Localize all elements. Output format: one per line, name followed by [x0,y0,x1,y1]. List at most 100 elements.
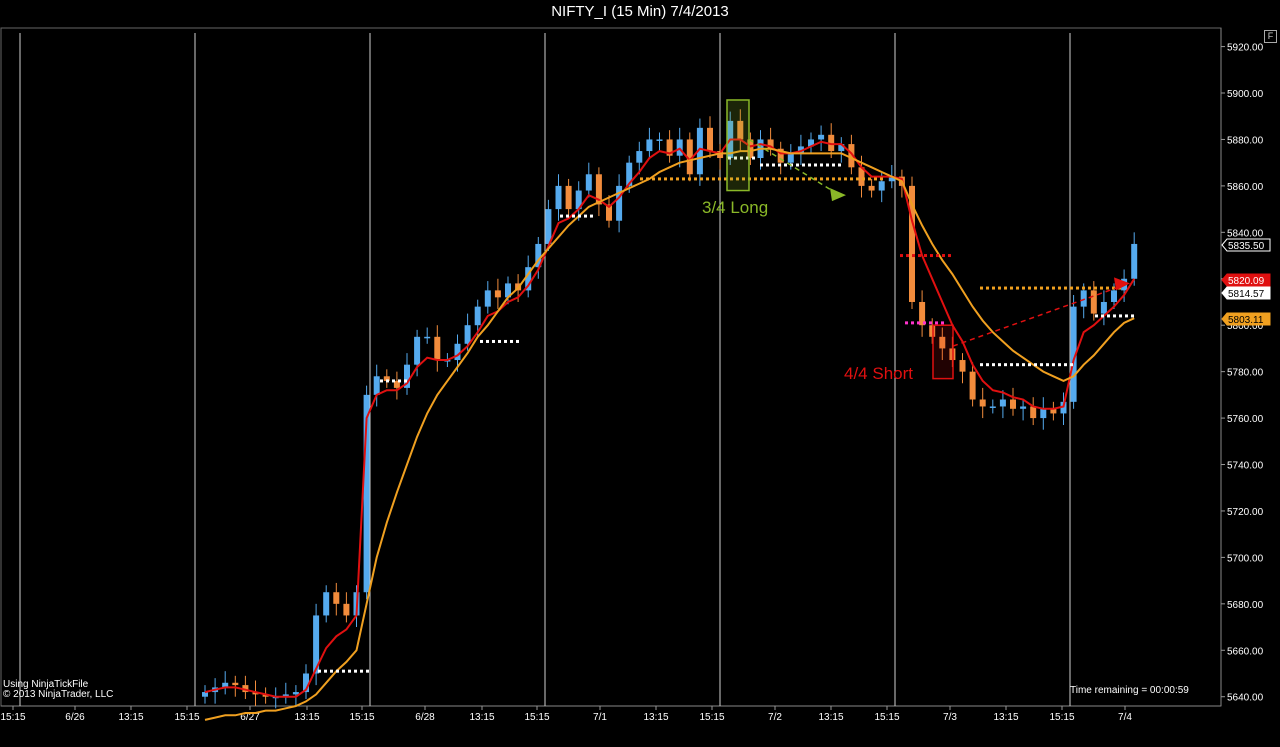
x-tick-label: 15:15 [174,712,199,723]
candle-body [979,399,986,407]
level-dot [1046,286,1049,290]
level-dot [838,177,841,181]
level-dot [1058,363,1061,367]
level-dot [838,163,841,167]
candle-body [878,181,885,191]
y-tick-label: 5860.00 [1227,182,1264,193]
y-tick-label: 5740.00 [1227,461,1264,472]
candle-body [1080,290,1087,307]
level-dot [688,177,691,181]
level-dot [948,254,951,258]
candle-body [565,185,572,210]
candle-body [676,139,683,156]
y-tick-label: 5660.00 [1227,646,1264,657]
level-dot [998,363,1001,367]
level-dot [694,177,697,181]
level-dot [778,163,781,167]
price-label-text: 5835.50 [1228,241,1265,252]
level-dot [366,669,369,673]
level-dot [646,177,649,181]
level-dot [1131,314,1134,318]
candle-body [818,134,825,140]
candle-body [1111,290,1117,302]
x-tick-label: 13:15 [294,712,319,723]
level-dot [700,177,703,181]
level-dot [712,177,715,181]
level-dot [778,177,781,181]
level-dot [1028,286,1031,290]
level-dot [336,669,339,673]
level-dot [790,177,793,181]
level-dot [1082,286,1085,290]
candle-body [1040,408,1047,419]
candle-body [999,399,1006,407]
level-dot [1046,363,1049,367]
level-dot [584,214,587,218]
x-tick-label: 15:15 [699,712,724,723]
candle-body [494,290,501,298]
level-dot [1040,286,1043,290]
y-tick-label: 5880.00 [1227,135,1264,146]
level-dot [980,363,983,367]
level-dot [796,163,799,167]
candle-body [434,336,441,361]
level-dot [752,156,755,160]
level-dot [766,163,769,167]
candle-body [1030,406,1037,419]
level-dot [380,379,383,383]
candle-body [545,209,552,244]
candle-body [232,682,239,686]
level-dot [868,177,871,181]
level-dot [348,669,351,673]
level-dot [354,669,357,673]
level-dot [1070,363,1073,367]
x-tick-label: 13:15 [993,712,1018,723]
level-dot [917,321,920,325]
level-dot [802,163,805,167]
level-dot [1034,363,1037,367]
level-dot [874,177,877,181]
level-dot [706,177,709,181]
level-dot [1022,363,1025,367]
y-tick-label: 5700.00 [1227,553,1264,564]
level-dot [1004,286,1007,290]
level-dot [802,177,805,181]
x-tick-label: 13:15 [469,712,494,723]
level-dot [911,321,914,325]
candle-body [585,174,592,191]
level-dot [566,214,569,218]
level-dot [318,669,321,673]
level-dot [1040,363,1043,367]
candle-body [787,153,794,163]
level-dot [986,286,989,290]
long-signal-box [726,99,750,192]
level-dot [578,214,581,218]
x-tick-label: 15:15 [874,712,899,723]
x-tick-label: 15:15 [349,712,374,723]
level-dot [1022,286,1025,290]
price-label-text: 5814.57 [1228,289,1265,300]
level-dot [1070,286,1073,290]
level-dot [516,339,519,343]
x-tick-label: 7/4 [1118,712,1132,723]
level-dot [676,177,679,181]
level-dot [480,339,483,343]
copyright-note: © 2013 NinjaTrader, LLC [3,689,114,700]
candle-body [989,406,996,408]
y-tick-label: 5920.00 [1227,43,1264,54]
x-tick-label: 15:15 [1049,712,1074,723]
level-dot [905,321,908,325]
level-dot [1107,314,1110,318]
y-tick-label: 5760.00 [1227,414,1264,425]
level-dot [1034,286,1037,290]
x-tick-label: 13:15 [118,712,143,723]
level-dot [1088,286,1091,290]
level-dot [718,177,721,181]
level-dot [360,669,363,673]
level-dot [1064,363,1067,367]
level-dot [760,163,763,167]
level-dot [820,177,823,181]
level-dot [814,163,817,167]
level-dot [832,177,835,181]
level-dot [560,214,563,218]
